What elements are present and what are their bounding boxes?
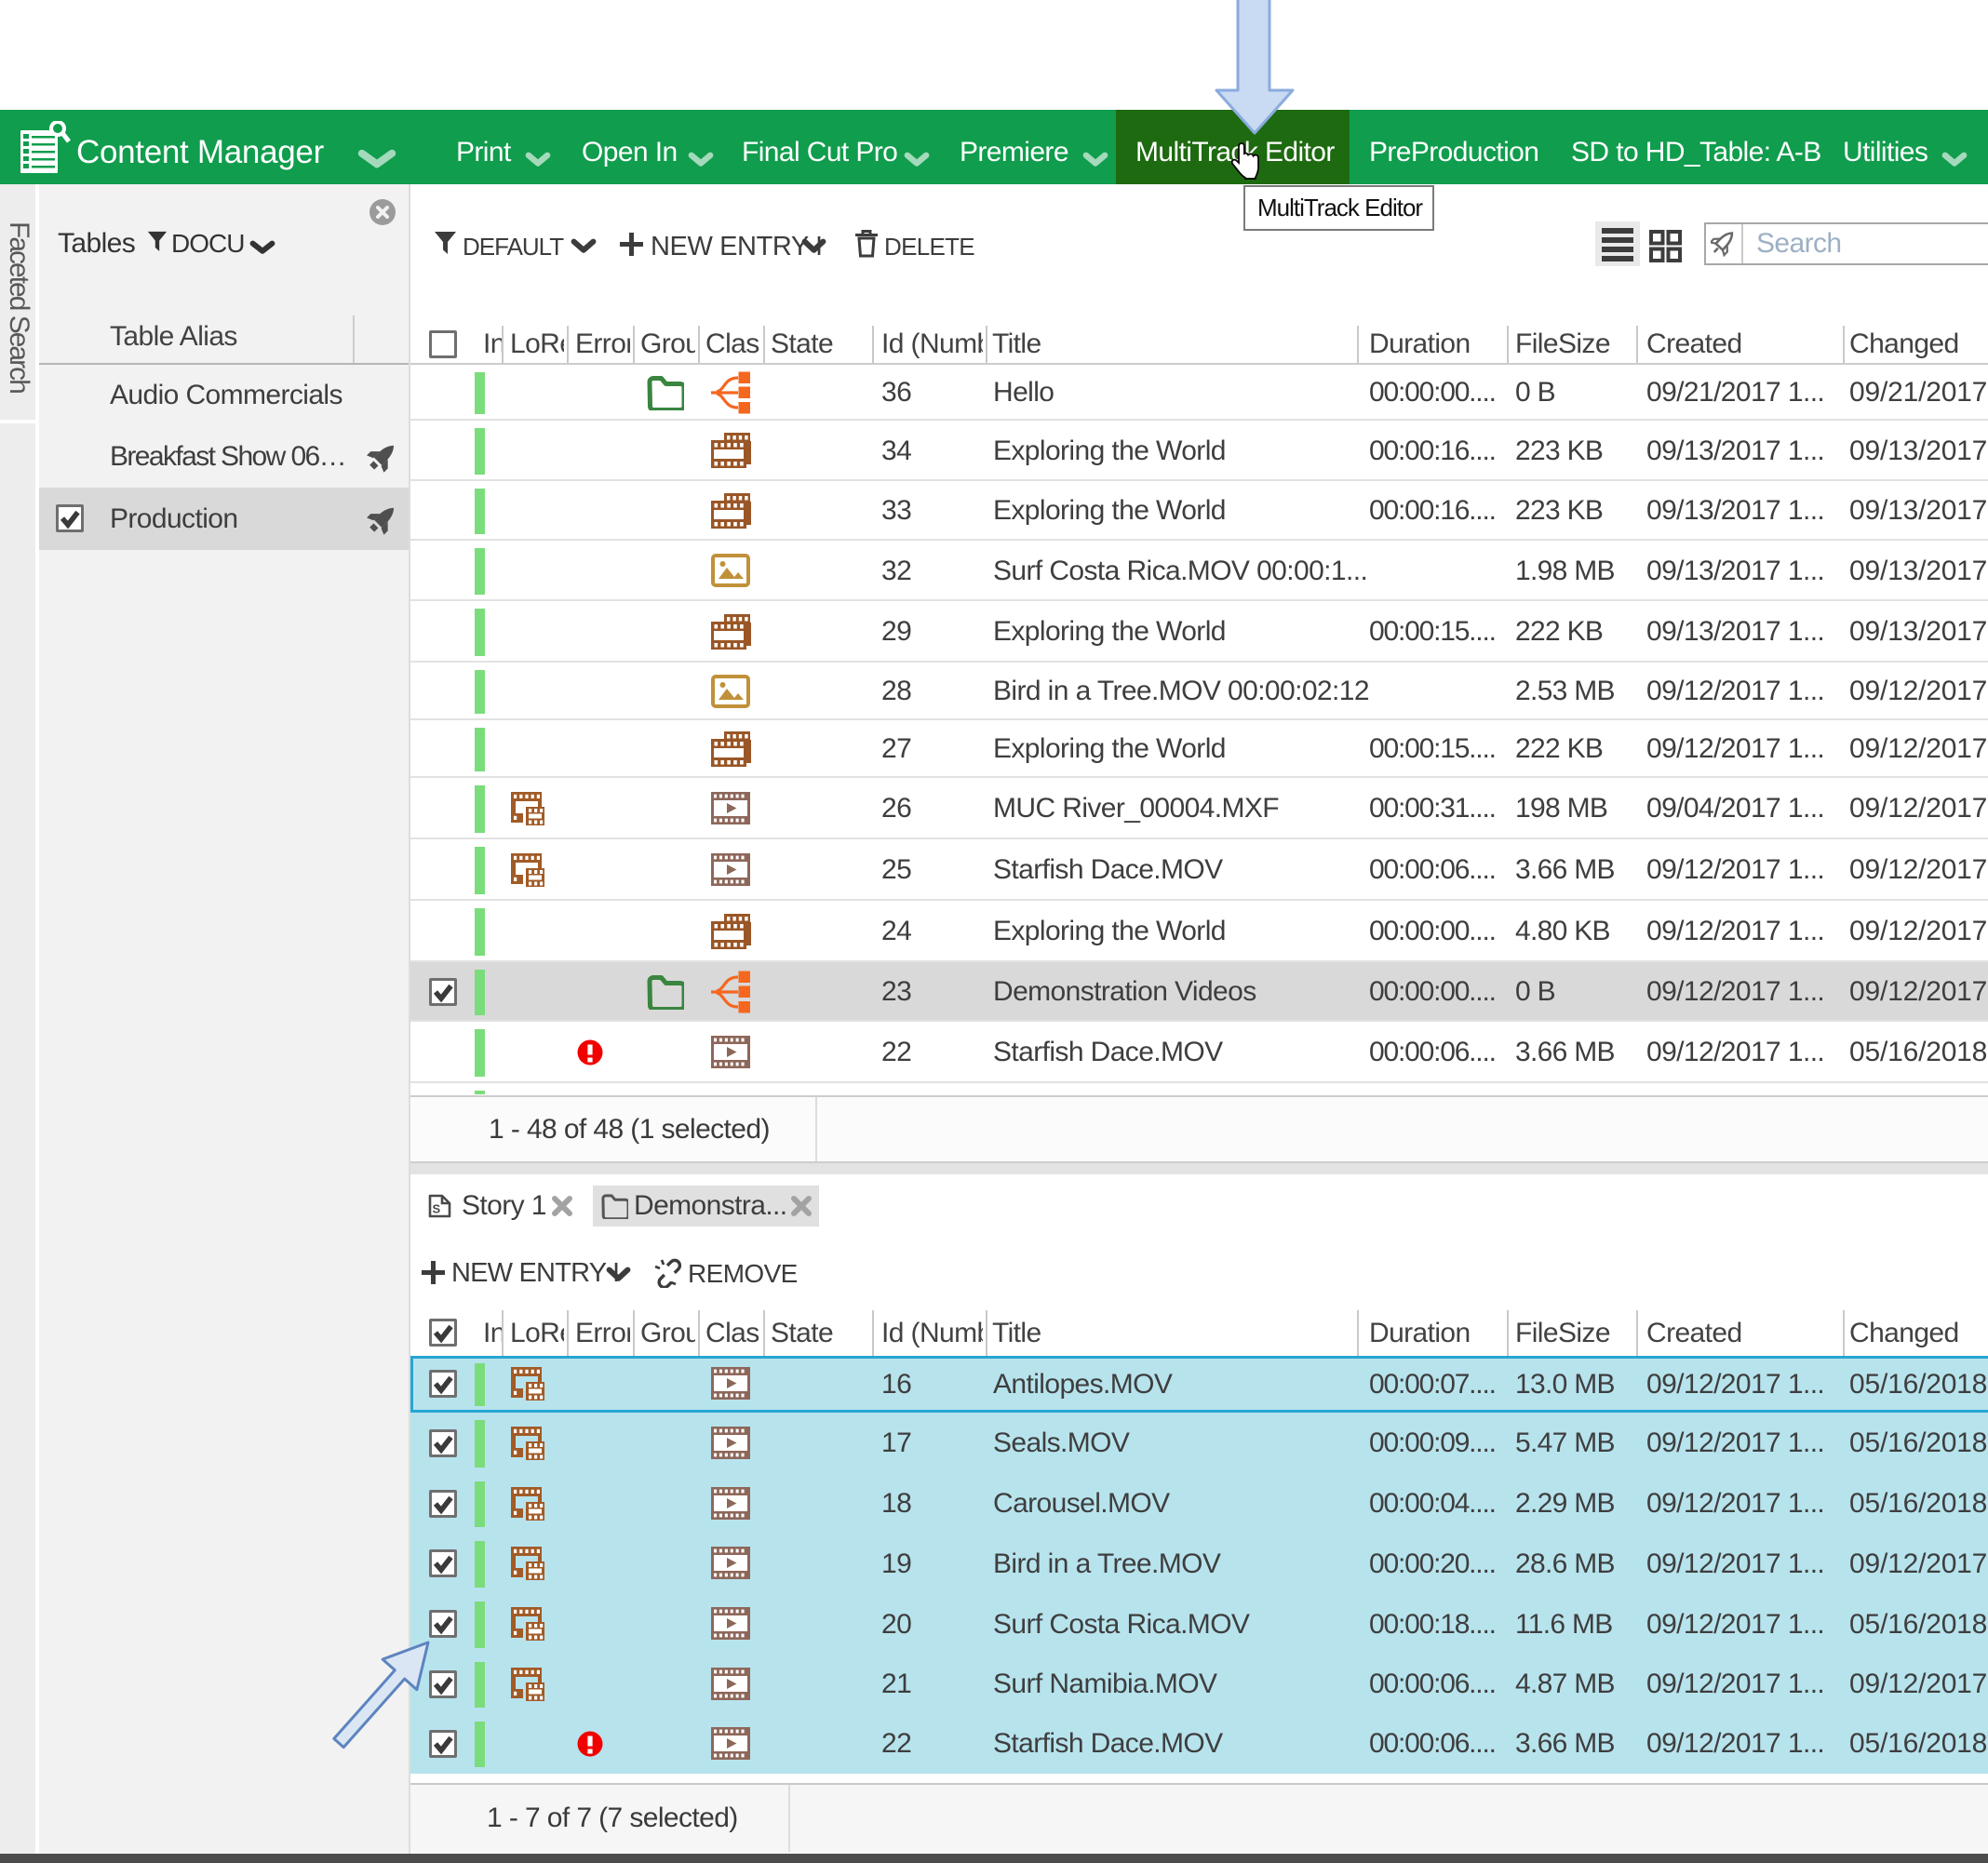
svg-text:S: S bbox=[433, 1202, 441, 1216]
